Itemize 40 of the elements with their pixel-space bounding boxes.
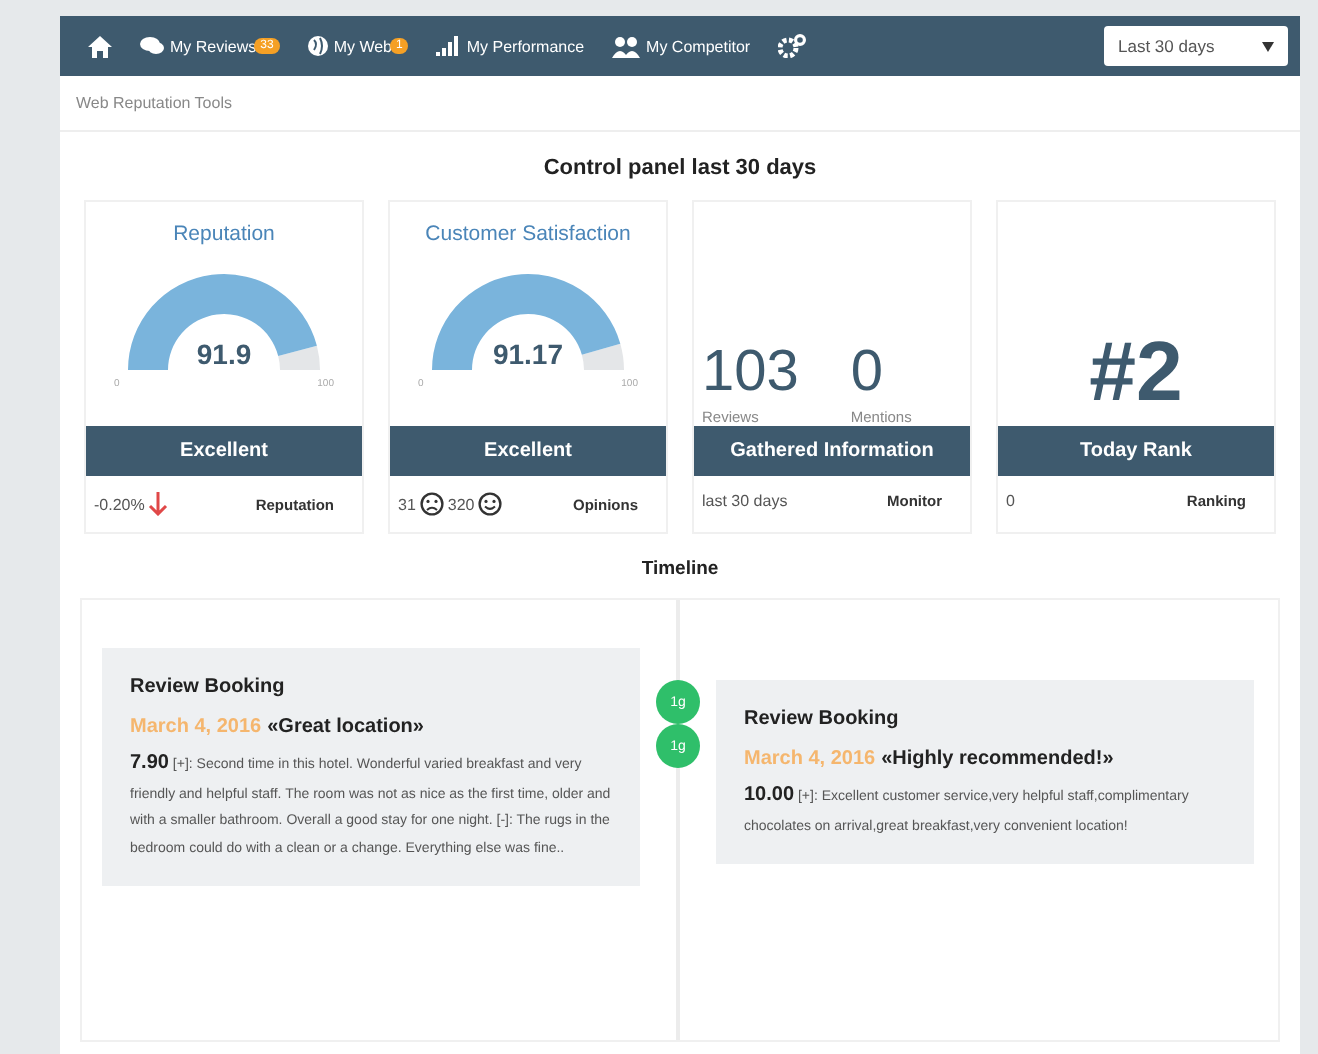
review-headline: «Highly recommended!» [881, 748, 1114, 770]
card-band: Today Rank [998, 426, 1274, 476]
globe-icon [307, 36, 328, 56]
footer-text: 0 [1006, 492, 1015, 510]
nav-link[interactable]: My Competitor [612, 35, 751, 57]
positive-count: 320 [447, 495, 475, 513]
home-icon[interactable] [88, 35, 112, 57]
smiley-icon [478, 492, 503, 516]
people-icon [612, 35, 641, 57]
card-heading: Customer Satisfaction [425, 222, 631, 246]
chat-bubbles-icon [140, 36, 164, 56]
down-arrow-icon [148, 492, 169, 516]
footer-text: -0.20% [94, 495, 145, 513]
footer-text: last 30 days [702, 492, 788, 510]
count-value: 0 [850, 344, 886, 402]
gauge-track [581, 343, 624, 370]
gauge-value: 91.9 [194, 338, 254, 370]
card-band: Gathered Information [694, 426, 970, 476]
negative-count: 31 [398, 495, 416, 513]
review-headline: «Great location» [267, 716, 424, 738]
gauge-value: 91.17 [490, 338, 566, 370]
bar-chart-icon [436, 36, 461, 56]
card-heading: Reputation [173, 222, 275, 246]
count-value: 103 [702, 344, 799, 402]
settings-icon[interactable] [778, 34, 807, 58]
review-title: Review Booking [744, 708, 901, 730]
card-band: Excellent [86, 426, 362, 476]
nav-link[interactable]: My Performance [436, 36, 585, 56]
review-date: March 4, 2016 [744, 748, 876, 770]
card-band: Excellent [390, 426, 666, 476]
review-title: Review Booking [130, 676, 287, 698]
sad-face-icon [419, 492, 444, 516]
rank-value: #2 [1089, 330, 1183, 422]
timeline-heading: Timeline [639, 556, 721, 584]
review-date: March 4, 2016 [130, 716, 262, 738]
caret-icon [1262, 41, 1274, 51]
panel-title: Control panel last 30 days [541, 154, 819, 184]
gauge-track [278, 345, 320, 370]
breadcrumb: Web Reputation Tools [60, 76, 1300, 132]
period-dropdown[interactable]: Last 30 days [1104, 26, 1288, 66]
